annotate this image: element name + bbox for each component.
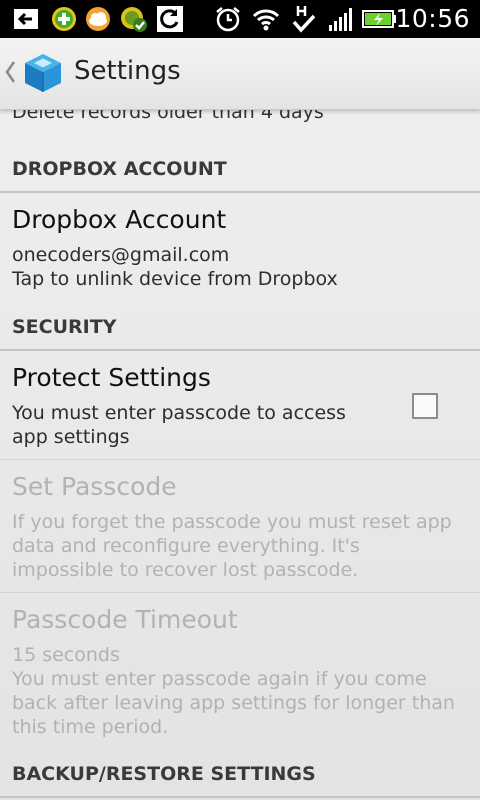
dropbox-account-title: Dropbox Account xyxy=(12,205,227,234)
category-label: BACKUP/RESTORE SETTINGS xyxy=(12,763,316,785)
sync-app-icon xyxy=(121,7,147,32)
refresh-icon xyxy=(157,6,183,32)
protect-settings-item[interactable]: Protect Settings You must enter passcode… xyxy=(0,351,480,459)
dropbox-box-icon[interactable] xyxy=(22,52,64,94)
status-bar: 10:56 xyxy=(0,0,480,38)
set-passcode-title: Set Passcode xyxy=(12,472,177,501)
clock: 10:56 xyxy=(395,4,470,33)
up-chevron-icon[interactable] xyxy=(4,60,16,84)
h-network-icon xyxy=(292,6,316,33)
wifi-icon xyxy=(252,9,280,31)
cleanup-summary: Delete records older than 4 days xyxy=(12,109,324,123)
cloud-app-icon xyxy=(86,7,110,31)
protect-settings-checkbox[interactable] xyxy=(412,393,438,419)
passcode-timeout-item[interactable]: Passcode Timeout 15 seconds You must ent… xyxy=(0,593,480,753)
category-security: SECURITY xyxy=(0,307,480,351)
action-bar: Settings xyxy=(0,38,480,110)
page-title: Settings xyxy=(74,56,181,86)
dropbox-account-email: onecoders@gmail.com xyxy=(12,244,230,266)
category-backup-restore: BACKUP/RESTORE SETTINGS xyxy=(0,754,480,798)
signal-icon xyxy=(329,8,352,31)
back-notification-icon xyxy=(14,9,38,29)
protect-settings-title: Protect Settings xyxy=(12,363,211,392)
battery-icon xyxy=(362,10,396,28)
set-passcode-item[interactable]: Set Passcode If you forget the passcode … xyxy=(0,460,480,592)
passcode-timeout-summary: You must enter passcode again if you com… xyxy=(12,668,455,738)
protect-settings-summary: You must enter passcode to access app se… xyxy=(12,402,346,448)
list-item-cleanup[interactable]: Delete records older than 4 days xyxy=(0,109,480,125)
settings-list[interactable]: Delete records older than 4 days DROPBOX… xyxy=(0,109,480,800)
category-label: DROPBOX ACCOUNT xyxy=(12,158,227,180)
dropbox-account-hint: Tap to unlink device from Dropbox xyxy=(12,268,338,290)
passcode-timeout-title: Passcode Timeout xyxy=(12,605,238,634)
plus-app-icon xyxy=(52,7,76,31)
alarm-icon xyxy=(216,7,240,32)
category-label: SECURITY xyxy=(12,316,117,338)
category-dropbox-account: DROPBOX ACCOUNT xyxy=(0,149,480,193)
set-passcode-summary: If you forget the passcode you must rese… xyxy=(12,511,452,581)
passcode-timeout-value: 15 seconds xyxy=(12,644,120,666)
dropbox-account-item[interactable]: Dropbox Account onecoders@gmail.com Tap … xyxy=(0,193,480,297)
